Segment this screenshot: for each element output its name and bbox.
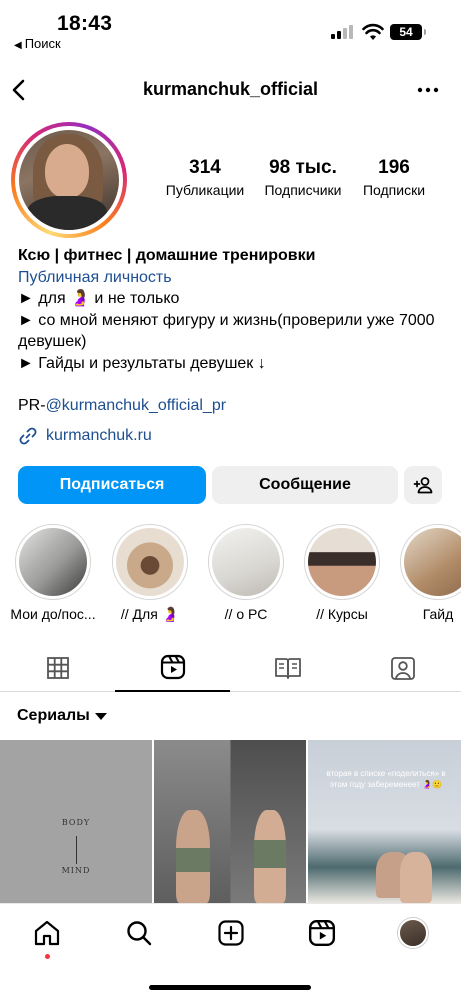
stat-posts-count: 314 — [189, 157, 221, 178]
cellular-signal-icon — [331, 25, 355, 39]
website-label: kurmanchuk.ru — [46, 427, 152, 444]
home-indicator — [149, 985, 311, 990]
reel-text-top: BODY — [61, 818, 91, 827]
highlight-item[interactable]: // Курсы — [297, 524, 387, 622]
nav-profile[interactable] — [398, 918, 428, 948]
more-options-icon[interactable] — [414, 82, 442, 98]
message-button[interactable]: Сообщение — [212, 466, 398, 504]
stat-posts[interactable]: 314 Публикации — [159, 157, 251, 198]
stat-followers-label: Подписчики — [264, 182, 342, 198]
status-time: 18:43 — [57, 12, 113, 35]
reel-text-bottom: MIND — [61, 866, 91, 875]
home-icon — [34, 920, 60, 946]
profile-content-tabs — [0, 644, 461, 692]
wifi-icon — [362, 23, 384, 40]
bio-line-2: ► со мной меняют фигуру и жизнь(проверил… — [18, 311, 435, 351]
tab-guides[interactable] — [230, 644, 345, 692]
highlight-item[interactable]: // Для 🤰 — [105, 524, 195, 623]
reel-caption: вторая в списке «поделиться» в этом году… — [326, 769, 446, 789]
tab-grid[interactable] — [0, 644, 115, 692]
profile-stats: 314 Публикации 98 тыс. Подписчики 196 По… — [160, 157, 440, 207]
pr-mention-link[interactable]: @kurmanchuk_official_pr — [46, 397, 226, 414]
nav-create[interactable] — [216, 918, 246, 948]
reel-thumbnail[interactable]: BODY MIND — [0, 740, 152, 903]
suggested-accounts-button[interactable] — [404, 466, 442, 504]
reel-thumbnail[interactable] — [154, 740, 306, 903]
stat-posts-label: Публикации — [165, 182, 245, 198]
caret-down-icon — [94, 712, 107, 720]
stat-following-count: 196 — [378, 157, 410, 178]
reels-icon — [160, 654, 185, 680]
profile-avatar-story-ring[interactable] — [11, 122, 127, 238]
stat-following[interactable]: 196 Подписки — [352, 157, 436, 198]
back-to-app-link[interactable]: ◀ Поиск — [14, 36, 61, 51]
back-triangle-icon: ◀ — [14, 40, 22, 51]
notification-dot — [45, 954, 50, 959]
back-app-label: Поиск — [24, 36, 61, 51]
grid-icon — [46, 657, 69, 679]
reels-grid: BODY MIND вторая в списке «поделиться» в… — [0, 740, 461, 903]
add-person-icon — [413, 477, 433, 494]
create-post-icon — [218, 920, 244, 946]
reels-icon — [308, 919, 336, 947]
bio-pr-prefix: PR- — [18, 397, 46, 414]
link-icon — [19, 427, 37, 445]
story-highlights: Мои до/пос... // Для 🤰 // о РС // Курсы … — [0, 524, 461, 624]
series-label: Сериалы — [17, 707, 90, 724]
search-icon — [127, 921, 152, 946]
avatar — [19, 130, 119, 230]
nav-home[interactable] — [32, 918, 62, 948]
highlight-label: // о РС — [224, 606, 268, 622]
nav-reels[interactable] — [307, 918, 337, 948]
stat-followers[interactable]: 98 тыс. Подписчики — [253, 157, 353, 198]
guide-book-icon — [274, 658, 301, 679]
highlight-label: // Для 🤰 — [120, 606, 180, 622]
bio-line-1: ► для 🤰 и не только — [18, 290, 180, 307]
stat-followers-count: 98 тыс. — [269, 157, 337, 178]
highlight-label: Гайд — [422, 606, 454, 622]
nav-search[interactable] — [124, 918, 154, 948]
profile-bio: Ксю | фитнес | домашние тренировки Публи… — [18, 245, 448, 417]
reel-thumbnail[interactable]: вторая в списке «поделиться» в этом году… — [308, 740, 461, 903]
status-bar: 18:43 ◀ Поиск 54 — [0, 0, 461, 60]
highlight-item[interactable]: Мои до/пос... — [8, 524, 98, 622]
avatar — [398, 918, 428, 948]
profile-category: Публичная личность — [18, 268, 172, 286]
follow-button[interactable]: Подписаться — [18, 466, 206, 504]
profile-header: kurmanchuk_official — [0, 70, 461, 110]
profile-display-name: Ксю | фитнес | домашние тренировки — [18, 247, 316, 264]
bio-pr-line: PR-@kurmanchuk_official_pr — [18, 395, 448, 417]
highlight-item[interactable]: // о РС — [201, 524, 291, 622]
tagged-person-icon — [390, 657, 415, 680]
highlight-label: // Курсы — [316, 606, 368, 622]
series-dropdown[interactable]: Сериалы — [17, 707, 107, 725]
battery-icon: 54 — [390, 24, 426, 40]
tab-tagged[interactable] — [345, 644, 460, 692]
stat-following-label: Подписки — [362, 182, 426, 198]
website-link[interactable]: kurmanchuk.ru — [18, 425, 152, 447]
bio-line-3: ► Гайды и результаты девушек ↓ — [18, 354, 266, 372]
tab-reels[interactable] — [115, 644, 230, 692]
highlight-label: Мои до/пос... — [10, 606, 96, 622]
highlight-item[interactable]: Гайд — [393, 524, 461, 622]
profile-username: kurmanchuk_official — [142, 79, 319, 99]
